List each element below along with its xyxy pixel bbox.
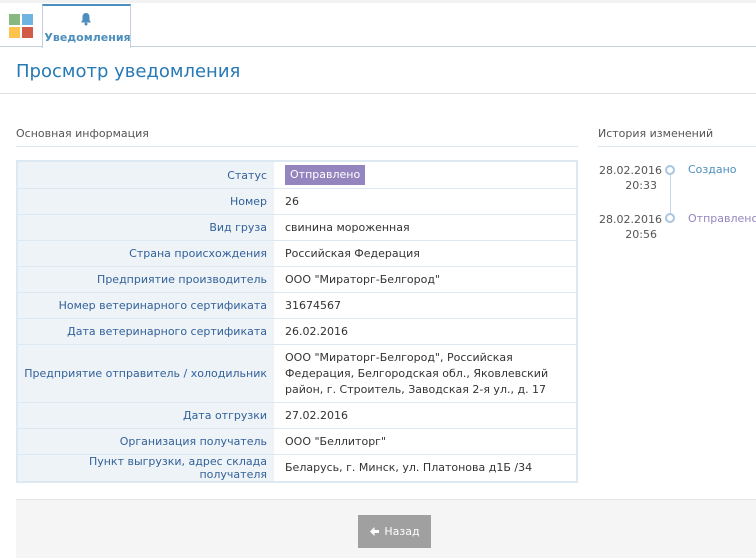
table-row: Номер ветеринарного сертификата 31674567 (18, 293, 576, 319)
row-value: 27.02.2016 (285, 408, 348, 422)
tab-notifications[interactable]: Уведомления (42, 4, 131, 48)
row-value: Беларусь, г. Минск, ул. Платонова д1Б /3… (285, 461, 533, 474)
details-table: Статус Отправлено Номер 26 Вид груза сви… (16, 160, 578, 483)
arrow-left-icon (370, 527, 380, 536)
status-badge: Отправлено (285, 165, 366, 185)
row-value: ООО "Беллиторг" (285, 434, 387, 448)
row-value: ООО "Мираторг-Белгород", Российская Феде… (285, 350, 549, 396)
app-tiles-icon[interactable] (9, 14, 33, 38)
table-row: Пункт выгрузки, адрес склада получателя … (18, 455, 576, 481)
back-button[interactable]: Назад (358, 515, 431, 548)
timeline-dot-icon (665, 165, 675, 175)
row-label: Пункт выгрузки, адрес склада получателя (18, 455, 274, 481)
table-row: Статус Отправлено (18, 162, 576, 189)
history-title: История изменений (598, 127, 714, 140)
row-label: Статус (18, 162, 274, 188)
row-value: ООО "Мираторг-Белгород" (285, 272, 440, 286)
table-row: Предприятие отправитель / холодильник ОО… (18, 345, 576, 403)
row-label: Организация получатель (18, 429, 274, 454)
page-title: Просмотр уведомления (16, 61, 241, 82)
history-divider (598, 146, 756, 147)
row-value: 26.02.2016 (285, 324, 348, 338)
row-label: Предприятие отправитель / холодильник (18, 345, 274, 402)
tab-label: Уведомления (44, 31, 131, 44)
row-label: Дата ветеринарного сертификата (18, 319, 274, 344)
row-value: 26 (285, 194, 299, 208)
table-row: Вид груза свинина мороженная (18, 215, 576, 241)
table-row: Дата ветеринарного сертификата 26.02.201… (18, 319, 576, 345)
history-event-datetime: 28.02.2016 20:56 (599, 213, 662, 241)
timeline-line (670, 170, 671, 218)
header-divider (0, 93, 756, 94)
table-row: Номер 26 (18, 189, 576, 215)
main-info-divider (16, 146, 578, 147)
row-label: Страна происхождения (18, 241, 274, 266)
top-bar: Уведомления (0, 0, 756, 48)
history-event-text: Отправлено (688, 212, 756, 225)
back-button-label: Назад (384, 525, 420, 538)
bell-icon (81, 13, 91, 26)
table-row: Предприятие производитель ООО "Мираторг-… (18, 267, 576, 293)
row-value: 31674567 (285, 298, 341, 312)
table-row: Организация получатель ООО "Беллиторг" (18, 429, 576, 455)
row-label: Номер (18, 189, 274, 214)
history-event-datetime: 28.02.2016 20:33 (599, 164, 662, 192)
history-event-text: Создано (688, 163, 737, 176)
row-label: Дата отгрузки (18, 403, 274, 428)
main-info-title: Основная информация (16, 127, 149, 140)
row-value: свинина мороженная (285, 220, 410, 234)
row-label: Номер ветеринарного сертификата (18, 293, 274, 318)
table-row: Страна происхождения Российская Федераци… (18, 241, 576, 267)
timeline-dot-icon (665, 213, 675, 223)
row-label: Вид груза (18, 215, 274, 240)
row-label: Предприятие производитель (18, 267, 274, 292)
table-row: Дата отгрузки 27.02.2016 (18, 403, 576, 429)
row-value: Российская Федерация (285, 246, 420, 260)
